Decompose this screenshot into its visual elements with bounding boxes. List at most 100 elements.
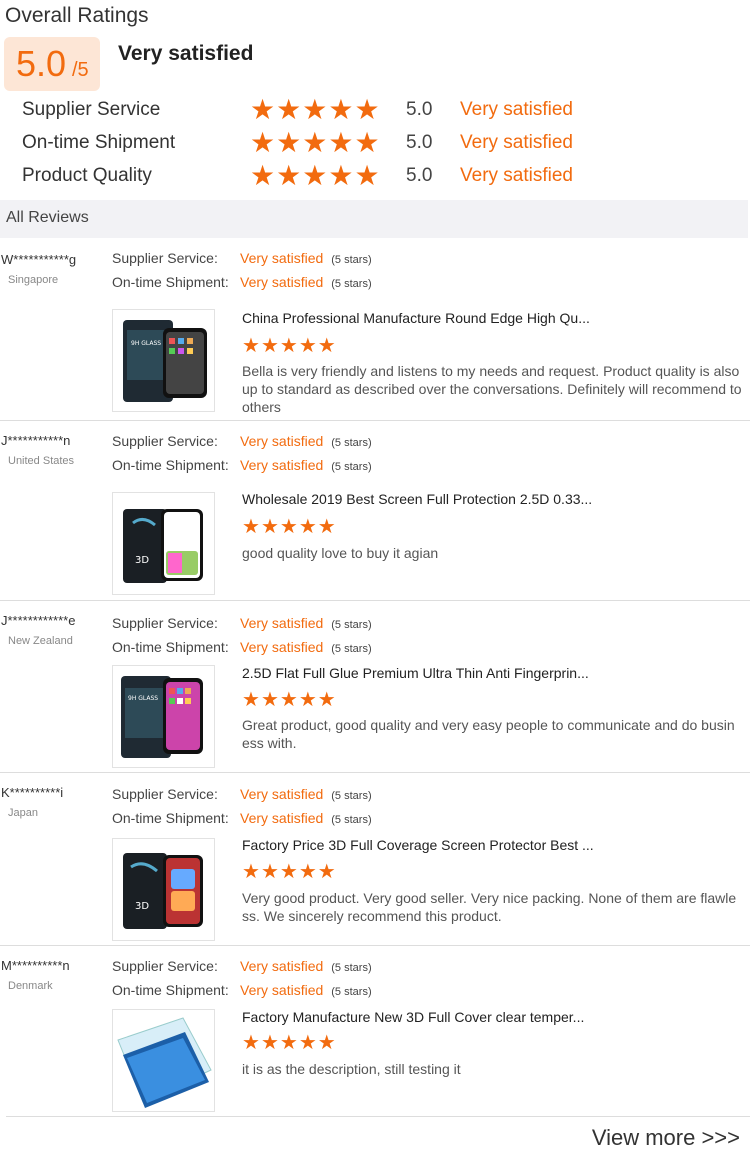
overall-score-badge: 5.0 /5: [4, 37, 100, 91]
star-icon: ★: [298, 1032, 317, 1054]
supplier-service-label: Supplier Service:: [112, 786, 218, 802]
shipment-count: (5 stars): [331, 814, 372, 826]
shipment-value: Very satisfied: [240, 982, 324, 998]
star-icon: ★: [317, 516, 336, 538]
supplier-service-count: (5 stars): [331, 619, 372, 631]
star-icon: ★: [260, 689, 279, 711]
star-icon: ★: [276, 160, 302, 191]
star-icon: ★: [242, 1032, 260, 1054]
shipment-line: On-time Shipment: Very satisfied (5 stars): [112, 274, 372, 290]
rating-row-supplier-service: Supplier Service ★★★★★ 5.0 Very satisfie…: [22, 96, 742, 126]
review-item: J***********n United States Supplier Ser…: [0, 421, 750, 601]
view-more-link[interactable]: View more >>>: [592, 1125, 740, 1151]
review-comment: good quality love to buy it agian: [242, 545, 439, 561]
star-icon: ★: [298, 861, 317, 883]
review-stars: ★★★★★: [242, 1033, 337, 1054]
star-icon: ★: [328, 94, 354, 125]
shipment-value: Very satisfied: [240, 457, 324, 473]
shipment-count: (5 stars): [331, 461, 372, 473]
star-icon: ★: [279, 516, 298, 538]
star-icon: ★: [279, 861, 298, 883]
rating-name: On-time Shipment: [22, 132, 176, 153]
shipment-line: On-time Shipment: Very satisfied (5 stars): [112, 982, 372, 998]
star-icon: ★: [302, 127, 328, 158]
overall-ratings-title: Overall Ratings: [5, 4, 149, 27]
rating-name: Product Quality: [22, 165, 152, 186]
star-icon: ★: [328, 127, 354, 158]
product-title[interactable]: China Professional Manufacture Round Edg…: [242, 310, 590, 326]
rating-row-product-quality: Product Quality ★★★★★ 5.0 Very satisfied: [22, 162, 742, 192]
supplier-service-label: Supplier Service:: [112, 433, 218, 449]
svg-text:9H GLASS: 9H GLASS: [131, 340, 161, 347]
star-icon: ★: [250, 127, 276, 158]
rating-value: 5.0: [406, 99, 433, 120]
shipment-label: On-time Shipment:: [112, 982, 229, 998]
review-comment: Very good product. Very good seller. Ver…: [242, 890, 737, 924]
star-icon: ★: [276, 94, 302, 125]
star-icon: ★: [242, 861, 260, 883]
review-stars: ★★★★★: [242, 336, 337, 357]
product-thumbnail[interactable]: 3D: [112, 838, 215, 941]
reviewer-country: New Zealand: [8, 635, 73, 647]
rating-label: Very satisfied: [460, 165, 573, 186]
star-icon: ★: [260, 1032, 279, 1054]
star-icon: ★: [354, 127, 380, 158]
divider: [6, 1116, 750, 1117]
product-thumbnail[interactable]: 3D: [112, 492, 215, 595]
star-icon: ★: [328, 160, 354, 191]
shipment-count: (5 stars): [331, 643, 372, 655]
rating-stars: ★★★★★: [250, 129, 381, 157]
review-item: J************e New Zealand Supplier Serv…: [0, 601, 750, 773]
star-icon: ★: [242, 689, 260, 711]
product-title[interactable]: Factory Price 3D Full Coverage Screen Pr…: [242, 837, 594, 853]
reviewer-country: Japan: [8, 807, 38, 819]
rating-label: Very satisfied: [460, 99, 573, 120]
supplier-service-label: Supplier Service:: [112, 250, 218, 266]
star-icon: ★: [317, 689, 336, 711]
reviewer-country: Denmark: [8, 980, 53, 992]
review-stars: ★★★★★: [242, 690, 337, 711]
reviewer-name: W***********g: [1, 252, 77, 267]
rating-stars: ★★★★★: [250, 96, 381, 124]
rating-value: 5.0: [406, 132, 433, 153]
product-thumbnail[interactable]: 9H GLASS: [112, 665, 215, 768]
review-item: M**********n Denmark Supplier Service: Ve…: [0, 946, 750, 1116]
supplier-service-count: (5 stars): [331, 254, 372, 266]
product-title[interactable]: Wholesale 2019 Best Screen Full Protecti…: [242, 491, 592, 507]
star-icon: ★: [298, 689, 317, 711]
rating-name: Supplier Service: [22, 99, 161, 120]
review-stars: ★★★★★: [242, 862, 337, 883]
rating-value: 5.0: [406, 165, 433, 186]
reviewer-name: M**********n: [1, 958, 70, 973]
product-thumbnail[interactable]: [112, 1009, 215, 1112]
star-icon: ★: [298, 335, 317, 357]
star-icon: ★: [354, 94, 380, 125]
all-reviews-title: All Reviews: [6, 209, 89, 226]
review-stars: ★★★★★: [242, 517, 337, 538]
shipment-count: (5 stars): [331, 986, 372, 998]
shipment-count: (5 stars): [331, 278, 372, 290]
svg-text:9H GLASS: 9H GLASS: [128, 695, 158, 702]
review-comment: it is as the description, still testing …: [242, 1061, 461, 1077]
star-icon: ★: [302, 94, 328, 125]
product-title[interactable]: Factory Manufacture New 3D Full Cover cl…: [242, 1009, 584, 1025]
shipment-line: On-time Shipment: Very satisfied (5 stars): [112, 810, 372, 826]
product-title[interactable]: 2.5D Flat Full Glue Premium Ultra Thin A…: [242, 665, 589, 681]
star-icon: ★: [260, 335, 279, 357]
reviewer-country: United States: [8, 455, 75, 467]
svg-text:3D: 3D: [135, 555, 149, 566]
shipment-value: Very satisfied: [240, 639, 324, 655]
star-icon: ★: [250, 160, 276, 191]
supplier-service-line: Supplier Service: Very satisfied (5 stars): [112, 250, 372, 266]
supplier-service-value: Very satisfied: [240, 786, 324, 802]
supplier-service-label: Supplier Service:: [112, 958, 218, 974]
star-icon: ★: [279, 335, 298, 357]
star-icon: ★: [242, 516, 260, 538]
supplier-service-value: Very satisfied: [240, 433, 324, 449]
review-comment: Great product, good quality and very eas…: [242, 717, 735, 751]
review-item: K**********i Japan Supplier Service: Very…: [0, 773, 750, 946]
supplier-service-line: Supplier Service: Very satisfied (5 stars): [112, 433, 372, 449]
product-thumbnail[interactable]: 9H GLASS: [112, 309, 215, 412]
star-icon: ★: [302, 160, 328, 191]
star-icon: ★: [298, 516, 317, 538]
